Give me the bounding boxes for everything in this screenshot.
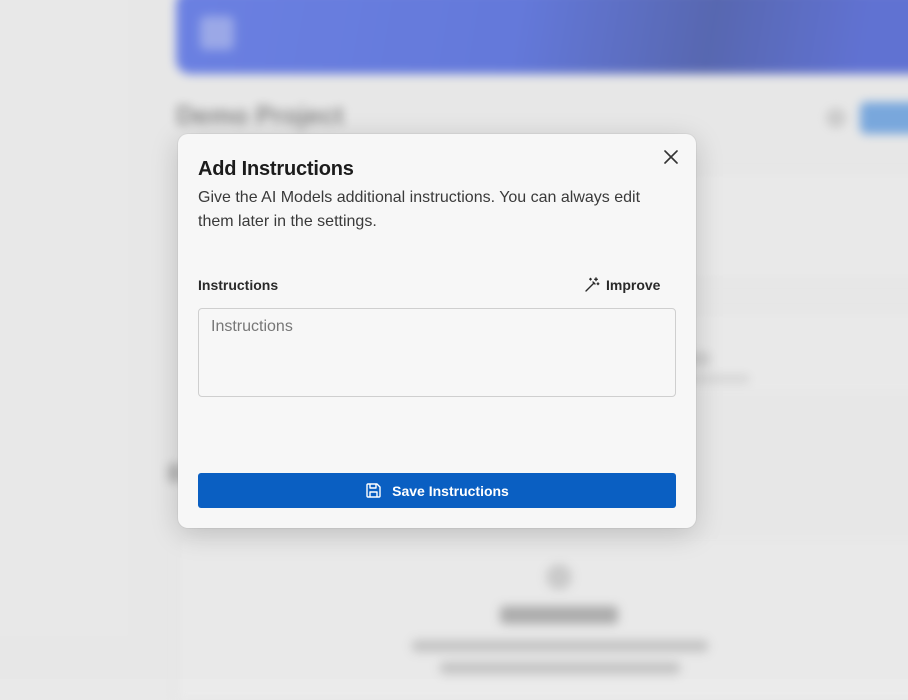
dialog-description: Give the AI Models additional instructio… (198, 189, 641, 230)
add-instructions-dialog: Add Instructions Give the AI Models addi… (178, 134, 696, 528)
improve-label: Improve (606, 277, 661, 293)
improve-button[interactable]: Improve (584, 274, 660, 296)
save-instructions-label: Save Instructions (392, 482, 509, 499)
close-button[interactable] (662, 148, 680, 166)
close-icon (664, 150, 678, 164)
instructions-label: Instructions (198, 277, 279, 293)
save-instructions-button[interactable]: Save Instructions (198, 473, 676, 508)
magic-wand-icon (584, 277, 600, 293)
dialog-title: Add Instructions (198, 158, 354, 180)
save-icon (365, 482, 382, 499)
instructions-input[interactable] (198, 308, 676, 397)
